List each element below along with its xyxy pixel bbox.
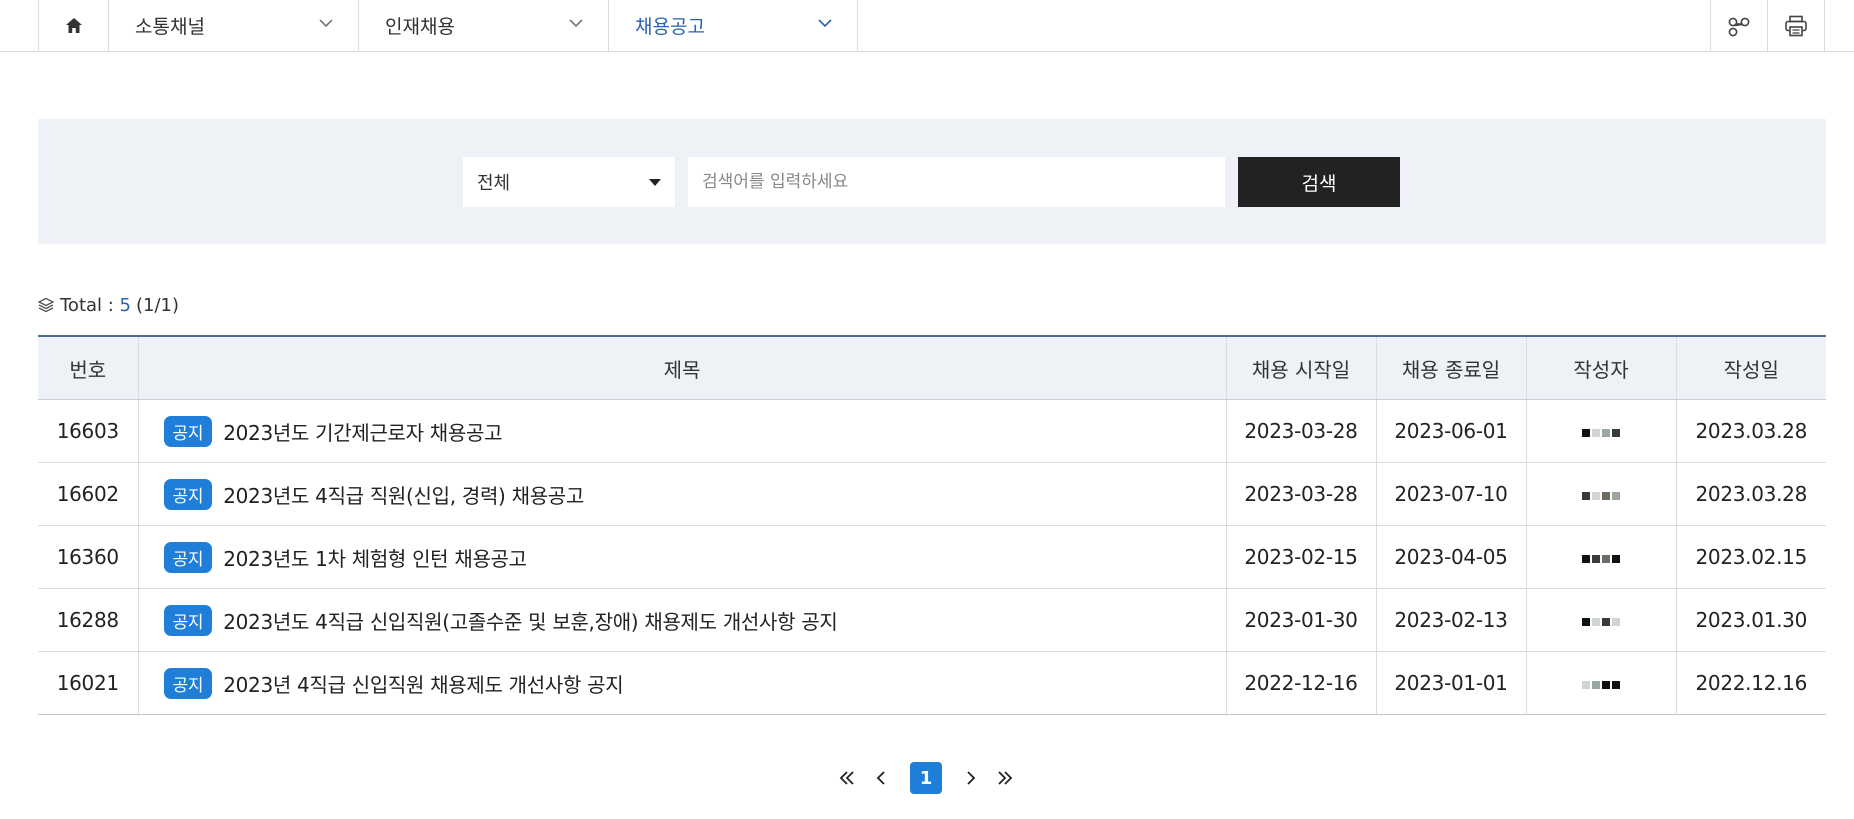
search-scope-select[interactable]: 전체 <box>463 157 675 207</box>
search-input[interactable] <box>688 157 1225 207</box>
page-number-current[interactable]: 1 <box>910 762 942 794</box>
share-icon <box>1728 17 1750 36</box>
row-title-link[interactable]: 2023년도 4직급 신입직원(고졸수준 및 보훈,장애) 채용제도 개선사항 … <box>223 610 838 634</box>
pagination: 1 <box>830 762 1022 794</box>
notice-badge: 공지 <box>163 604 213 636</box>
redacted-author-image <box>1582 491 1620 500</box>
nav-menu-recruitment[interactable]: 인재채용 <box>358 0 608 51</box>
chevron-down-icon <box>569 19 583 28</box>
row-end-date: 2023-02-13 <box>1375 588 1526 652</box>
row-start-date: 2023-01-30 <box>1225 588 1376 652</box>
row-end-date: 2023-04-05 <box>1375 525 1526 589</box>
row-created-date: 2023.02.15 <box>1675 525 1826 589</box>
nav-menu-communication[interactable]: 소통채널 <box>108 0 358 51</box>
row-title-cell[interactable]: 공지 2023년도 4직급 직원(신입, 경력) 채용공고 <box>137 462 1226 526</box>
first-page-button[interactable] <box>830 762 864 794</box>
notice-badge: 공지 <box>163 478 213 510</box>
caret-down-icon <box>649 179 661 186</box>
home-icon <box>65 18 82 33</box>
row-end-date: 2023-01-01 <box>1375 651 1526 715</box>
row-author <box>1525 651 1676 715</box>
chevron-down-icon <box>818 19 832 28</box>
row-title-link[interactable]: 2023년도 기간제근로자 채용공고 <box>223 421 502 445</box>
header-number: 번호 <box>38 336 138 400</box>
total-summary: Total : 5 (1/1) <box>38 293 179 317</box>
table-row[interactable]: 16021 공지 2023년 4직급 신입직원 채용제도 개선사항 공지 2022… <box>38 651 1826 715</box>
row-title-cell[interactable]: 공지 2023년 4직급 신입직원 채용제도 개선사항 공지 <box>137 651 1226 715</box>
row-title-cell[interactable]: 공지 2023년도 기간제근로자 채용공고 <box>137 399 1226 463</box>
row-author <box>1525 462 1676 526</box>
header-title: 제목 <box>137 336 1226 400</box>
top-navigation: 소통채널 인재채용 채용공고 <box>0 0 1854 52</box>
search-scope-value: 전체 <box>477 173 511 194</box>
share-button[interactable] <box>1710 0 1767 51</box>
redacted-author-image <box>1582 554 1620 563</box>
row-end-date: 2023-06-01 <box>1375 399 1526 463</box>
prev-page-button[interactable] <box>864 762 898 794</box>
header-start-date: 채용 시작일 <box>1225 336 1376 400</box>
row-start-date: 2022-12-16 <box>1225 651 1376 715</box>
row-author <box>1525 588 1676 652</box>
header-created-date: 작성일 <box>1675 336 1826 400</box>
row-number: 16603 <box>38 399 138 463</box>
chevron-left-icon <box>876 771 885 785</box>
double-chevron-right-icon <box>998 771 1013 785</box>
row-start-date: 2023-03-28 <box>1225 399 1376 463</box>
table-header-row: 번호 제목 채용 시작일 채용 종료일 작성자 작성일 <box>38 336 1826 400</box>
row-end-date: 2023-07-10 <box>1375 462 1526 526</box>
row-start-date: 2023-03-28 <box>1225 462 1376 526</box>
notice-badge: 공지 <box>163 667 213 699</box>
notice-badge: 공지 <box>163 541 213 573</box>
print-icon <box>1785 15 1807 36</box>
row-title-link[interactable]: 2023년도 4직급 직원(신입, 경력) 채용공고 <box>223 484 584 508</box>
print-button[interactable] <box>1767 0 1825 51</box>
row-created-date: 2023.03.28 <box>1675 399 1826 463</box>
table-row[interactable]: 16602 공지 2023년도 4직급 직원(신입, 경력) 채용공고 2023-… <box>38 462 1826 526</box>
table-row[interactable]: 16288 공지 2023년도 4직급 신입직원(고졸수준 및 보훈,장애) 채용… <box>38 588 1826 652</box>
nav-menu-job-postings[interactable]: 채용공고 <box>608 0 858 51</box>
row-title-cell[interactable]: 공지 2023년도 4직급 신입직원(고졸수준 및 보훈,장애) 채용제도 개선사… <box>137 588 1226 652</box>
header-end-date: 채용 종료일 <box>1375 336 1526 400</box>
row-number: 16602 <box>38 462 138 526</box>
row-start-date: 2023-02-15 <box>1225 525 1376 589</box>
chevron-right-icon <box>967 771 976 785</box>
nav-menu-label: 소통채널 <box>135 16 205 38</box>
table-row[interactable]: 16603 공지 2023년도 기간제근로자 채용공고 2023-03-28 20… <box>38 399 1826 463</box>
row-created-date: 2023.01.30 <box>1675 588 1826 652</box>
row-title-link[interactable]: 2023년도 1차 체험형 인턴 채용공고 <box>223 547 527 571</box>
next-page-button[interactable] <box>954 762 988 794</box>
total-label: Total : <box>60 294 120 316</box>
nav-menu-label: 채용공고 <box>635 16 705 38</box>
search-button[interactable]: 검색 <box>1238 157 1400 207</box>
redacted-author-image <box>1582 617 1620 626</box>
row-title-link[interactable]: 2023년 4직급 신입직원 채용제도 개선사항 공지 <box>223 673 623 697</box>
row-number: 16021 <box>38 651 138 715</box>
page-info: (1/1) <box>136 294 180 316</box>
redacted-author-image <box>1582 680 1620 689</box>
row-created-date: 2023.03.28 <box>1675 462 1826 526</box>
last-page-button[interactable] <box>988 762 1022 794</box>
home-button[interactable] <box>38 0 108 51</box>
table-row[interactable]: 16360 공지 2023년도 1차 체험형 인턴 채용공고 2023-02-15… <box>38 525 1826 589</box>
double-chevron-left-icon <box>839 771 854 785</box>
layers-icon <box>38 297 54 313</box>
nav-menu-label: 인재채용 <box>385 16 455 38</box>
notice-badge: 공지 <box>163 415 213 447</box>
total-count: 5 <box>119 294 131 316</box>
row-author <box>1525 525 1676 589</box>
row-number: 16288 <box>38 588 138 652</box>
chevron-down-icon <box>319 19 333 28</box>
row-created-date: 2022.12.16 <box>1675 651 1826 715</box>
job-posting-table: 번호 제목 채용 시작일 채용 종료일 작성자 작성일 16603 공지 2023… <box>38 335 1826 715</box>
header-author: 작성자 <box>1525 336 1676 400</box>
row-author <box>1525 399 1676 463</box>
redacted-author-image <box>1582 428 1620 437</box>
row-number: 16360 <box>38 525 138 589</box>
row-title-cell[interactable]: 공지 2023년도 1차 체험형 인턴 채용공고 <box>137 525 1226 589</box>
